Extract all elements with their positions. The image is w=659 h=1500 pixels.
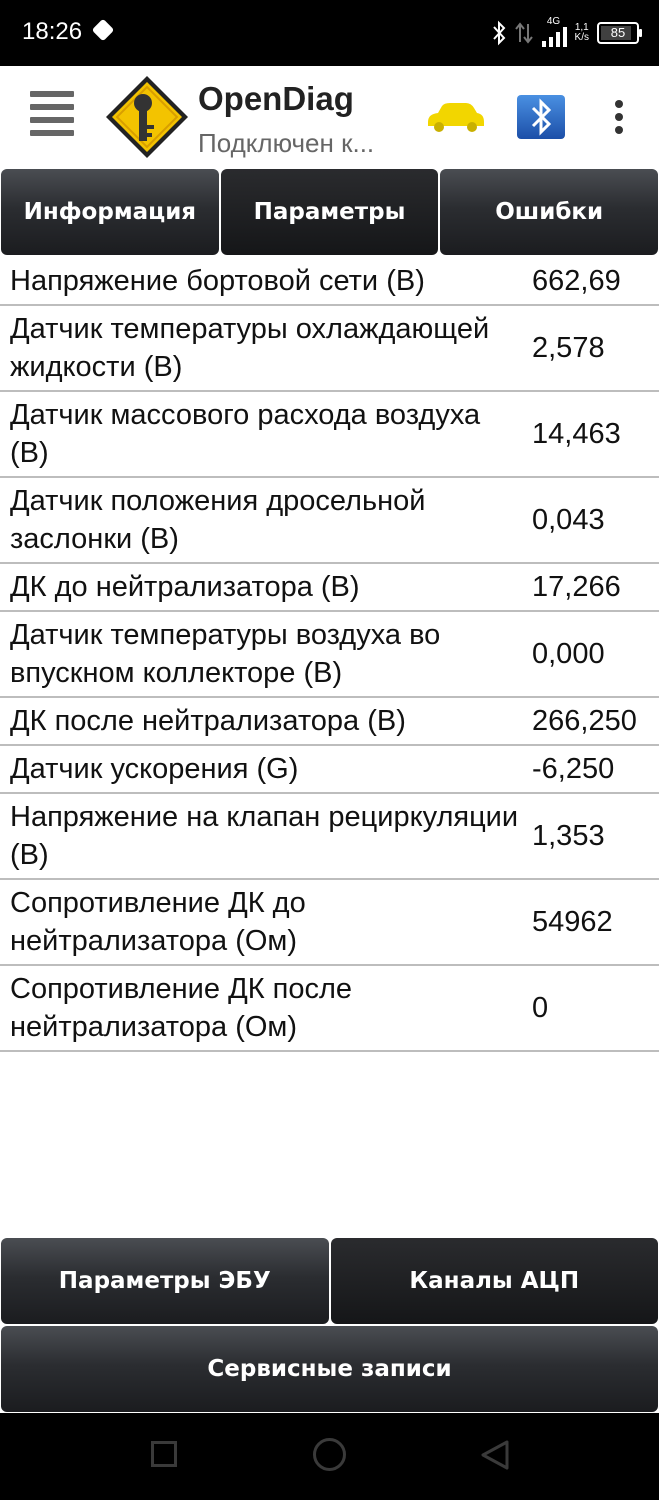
param-name: Датчик температуры охлаждающей жидкости …	[10, 313, 490, 383]
param-name: Датчик температуры воздуха во впускном к…	[10, 619, 441, 689]
table-row: Датчик положения дросельной заслонки (В)…	[0, 478, 659, 564]
param-value: 0,043	[532, 503, 605, 536]
status-icons: 4G 1,1 K/s 85	[491, 15, 642, 50]
parameters-table: Напряжение бортовой сети (В) 662,69 Датч…	[0, 258, 659, 1052]
table-row: Сопротивление ДК до нейтрализатора (Ом) …	[0, 880, 659, 966]
tab-adc-channels[interactable]: Каналы АЦП	[330, 1238, 658, 1324]
bluetooth-status-icon	[492, 20, 505, 46]
param-value: 0	[532, 991, 549, 1024]
table-row: Датчик температуры охлаждающей жидкости …	[0, 306, 659, 392]
param-value: 662,69	[532, 264, 621, 297]
table-row: ДК до нейтрализатора (В) 17,266	[0, 564, 659, 612]
tab-parameters[interactable]: Параметры	[220, 169, 439, 255]
param-name: Напряжение бортовой сети (В)	[10, 265, 425, 297]
table-row: Напряжение на клапан рециркуляции (В) 1,…	[0, 794, 659, 880]
service-records-button[interactable]: Сервисные записи	[1, 1326, 658, 1412]
back-icon[interactable]	[479, 1439, 511, 1471]
param-value: 17,266	[532, 570, 621, 603]
connection-status: Подключен к...	[198, 128, 375, 158]
car-icon[interactable]	[424, 100, 486, 134]
recent-apps-icon[interactable]	[151, 1441, 177, 1467]
tab-info[interactable]: Информация	[1, 169, 219, 255]
table-row: Сопротивление ДК после нейтрализатора (О…	[0, 966, 659, 1052]
signal-group: 4G	[541, 15, 567, 50]
network-type: 4G	[546, 15, 561, 27]
param-name: Датчик положения дросельной заслонки (В)	[10, 485, 426, 555]
signal-icon	[541, 26, 567, 47]
tab-errors[interactable]: Ошибки	[440, 169, 659, 255]
battery-level: 85	[610, 25, 626, 40]
overflow-menu-icon[interactable]	[612, 100, 626, 136]
param-name: ДК после нейтрализатора (В)	[10, 705, 406, 737]
top-tabs: Информация Параметры Ошибки	[0, 168, 659, 256]
net-speed: 1,1 K/s	[575, 23, 589, 43]
param-name: Датчик ускорения (G)	[10, 753, 299, 785]
param-name: Сопротивление ДК после нейтрализатора (О…	[10, 973, 353, 1043]
param-value: 2,578	[532, 331, 605, 364]
param-value: 14,463	[532, 417, 621, 450]
param-value: -6,250	[532, 752, 615, 785]
home-icon[interactable]	[313, 1438, 346, 1471]
bottom-tabs: Параметры ЭБУ Каналы АЦП	[0, 1237, 659, 1325]
table-row: Датчик массового расхода воздуха (В) 14,…	[0, 392, 659, 478]
param-value: 266,250	[532, 704, 637, 737]
param-name: Сопротивление ДК до нейтрализатора (Ом)	[10, 887, 306, 957]
data-transfer-icon	[514, 22, 533, 44]
param-name: Датчик массового расхода воздуха (В)	[10, 399, 481, 469]
param-value: 1,353	[532, 819, 605, 852]
navigation-bar	[0, 1413, 659, 1500]
param-name: Напряжение на клапан рециркуляции (В)	[10, 801, 519, 871]
notification-diamond-icon	[91, 18, 115, 42]
table-row: Датчик ускорения (G) -6,250	[0, 746, 659, 794]
param-name: ДК до нейтрализатора (В)	[10, 571, 360, 603]
status-time: 18:26	[22, 18, 83, 45]
param-value: 54962	[532, 905, 613, 938]
status-bar: 18:26 4G 1,1 K/s 85	[0, 0, 659, 66]
bluetooth-icon[interactable]	[516, 94, 566, 140]
opendiag-logo	[106, 76, 188, 158]
menu-icon[interactable]	[30, 91, 74, 139]
table-row: Датчик температуры воздуха во впускном к…	[0, 612, 659, 698]
net-speed-unit: K/s	[574, 32, 589, 43]
param-value: 0,000	[532, 637, 605, 670]
tab-ecu-parameters[interactable]: Параметры ЭБУ	[1, 1238, 329, 1324]
app-bar: OpenDiag Подключен к...	[0, 66, 659, 168]
app-title: OpenDiag	[198, 80, 354, 117]
battery-icon: 85	[597, 22, 642, 44]
table-row: ДК после нейтрализатора (В) 266,250	[0, 698, 659, 746]
table-row: Напряжение бортовой сети (В) 662,69	[0, 258, 659, 306]
